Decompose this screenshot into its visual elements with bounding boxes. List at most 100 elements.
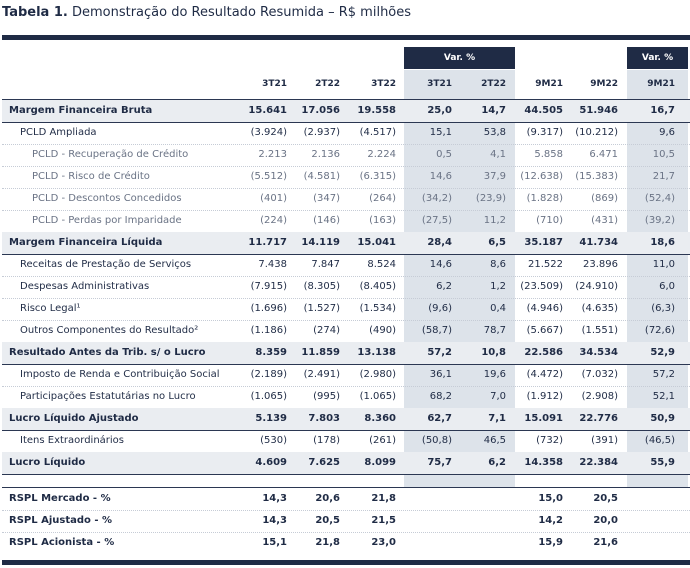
table-row: Lucro Líquido Ajustado 5.139 7.803 8.360 62,…	[2, 408, 690, 430]
cell-value: (995)	[313, 391, 340, 402]
table-title: Tabela 1. Demonstração do Resultado Resu…	[2, 5, 411, 20]
cell-value: 21.522	[528, 259, 563, 270]
cell-value: 20,5	[315, 515, 340, 526]
cell-value: 62,7	[427, 413, 452, 424]
row-label: Resultado Antes da Trib. s/ o Lucro	[9, 347, 206, 358]
cell-value: 23,0	[371, 537, 396, 548]
cell-value: (264)	[369, 193, 396, 204]
cell-value: 52,9	[650, 347, 675, 358]
cell-value: 35.187	[524, 237, 563, 248]
cell-value: 25,0	[427, 105, 452, 116]
cell-value: 51.946	[579, 105, 618, 116]
cell-value: (178)	[313, 435, 340, 446]
var-header-9m: Var. %	[627, 47, 688, 69]
cell-value: (15.383)	[575, 171, 618, 182]
cell-value: 20,6	[315, 493, 340, 504]
cell-value: 20,0	[593, 515, 618, 526]
cell-value: 57,2	[652, 369, 675, 380]
cell-value: 6,2	[436, 281, 452, 292]
cell-value: (732)	[536, 435, 563, 446]
column-header: 9M21	[535, 79, 563, 89]
column-header: 3T22	[371, 79, 396, 89]
cell-value: 17.056	[301, 105, 340, 116]
cell-value: (72,6)	[644, 325, 675, 336]
cell-value: 28,4	[427, 237, 452, 248]
row-label: Despesas Administrativas	[20, 281, 150, 292]
cell-value	[621, 488, 675, 510]
cell-value: 52,1	[652, 391, 675, 402]
cell-value: (34,2)	[421, 193, 452, 204]
cell-value: 8.359	[255, 347, 287, 358]
table-row: Imposto de Renda e Contribuição Social (2…	[2, 364, 690, 386]
cell-value: 21,7	[652, 171, 675, 182]
cell-value	[452, 488, 506, 510]
cell-value: 7.847	[311, 259, 340, 270]
cell-value: (39,2)	[644, 215, 675, 226]
row-label: PCLD - Perdas por Imparidade	[32, 215, 182, 226]
cell-value: 22.776	[579, 413, 618, 424]
cell-value: (1.534)	[359, 303, 396, 314]
cell-value: (1.696)	[250, 303, 287, 314]
cell-value	[621, 510, 675, 532]
column-header: 9M22	[590, 79, 618, 89]
cell-value: 14.358	[524, 457, 563, 468]
cell-value: 57,2	[427, 347, 452, 358]
cell-value: (224)	[260, 215, 287, 226]
table-row: Outros Componentes do Resultado² (1.186) (…	[2, 320, 690, 342]
cell-value: 34.534	[579, 347, 618, 358]
table-row: Lucro Líquido 4.609 7.625 8.099 75,7 6,2 14.35…	[2, 452, 690, 474]
cell-value: (10.212)	[575, 127, 618, 138]
cell-value: (9,6)	[428, 303, 452, 314]
cell-value: (1.527)	[303, 303, 340, 314]
cell-value: 4.609	[255, 457, 287, 468]
table-row: Receitas de Prestação de Serviços 7.438 7.…	[2, 254, 690, 276]
cell-value: (2.908)	[581, 391, 618, 402]
var-header-quarter-label: Var. %	[443, 53, 476, 63]
cell-value: 21,8	[371, 493, 396, 504]
table-title-text: Demonstração do Resultado Resumida – R$ …	[71, 5, 412, 20]
cell-value: (431)	[591, 215, 618, 226]
cell-value: 5.139	[255, 413, 287, 424]
cell-value: (530)	[260, 435, 287, 446]
cell-value: 41.734	[579, 237, 618, 248]
cell-value: (1.186)	[250, 325, 287, 336]
cell-value: (27,5)	[421, 215, 452, 226]
cell-value: 5.858	[534, 149, 563, 160]
cell-value: 21,8	[315, 537, 340, 548]
row-label: Risco Legal¹	[20, 303, 81, 314]
cell-value: (1.912)	[526, 391, 563, 402]
cell-value: (401)	[260, 193, 287, 204]
row-label: Itens Extraordinários	[20, 435, 125, 446]
row-label: RSPL Ajustado - %	[9, 515, 113, 526]
table-row: Despesas Administrativas (7.915) (8.305) (8…	[2, 276, 690, 298]
cell-value: 36,1	[429, 369, 452, 380]
cell-value: (24.910)	[575, 281, 618, 292]
cell-value: 37,9	[483, 171, 506, 182]
cell-value: (8.305)	[303, 281, 340, 292]
cell-value: 8,6	[490, 259, 506, 270]
cell-value: 10,8	[481, 347, 506, 358]
cell-value: 15.091	[524, 413, 563, 424]
cell-value: 53,8	[483, 127, 506, 138]
cell-value	[452, 510, 506, 532]
cell-value: (7.915)	[250, 281, 287, 292]
cell-value: 14,3	[262, 493, 287, 504]
cell-value: 15,0	[538, 493, 563, 504]
cell-value: 7,0	[490, 391, 506, 402]
cell-value: 9,6	[659, 127, 675, 138]
row-label: RSPL Mercado - %	[9, 493, 111, 504]
table-row: RSPL Ajustado - % 14,3 20,5 21,5 14,2 20,0	[2, 510, 690, 532]
cell-value: (4.581)	[303, 171, 340, 182]
cell-value: 11.859	[301, 347, 340, 358]
cell-value: (163)	[369, 215, 396, 226]
cell-value: 22.586	[524, 347, 563, 358]
cell-value: (8.405)	[359, 281, 396, 292]
cell-value: (46,5)	[644, 435, 675, 446]
row-label: RSPL Acionista - %	[9, 537, 115, 548]
cell-value: (710)	[536, 215, 563, 226]
cell-value: 20,5	[593, 493, 618, 504]
var-header-9m-label: Var. %	[641, 53, 674, 63]
cell-value: 8.524	[367, 259, 396, 270]
cell-value: (1.065)	[359, 391, 396, 402]
cell-value: 0,4	[490, 303, 506, 314]
